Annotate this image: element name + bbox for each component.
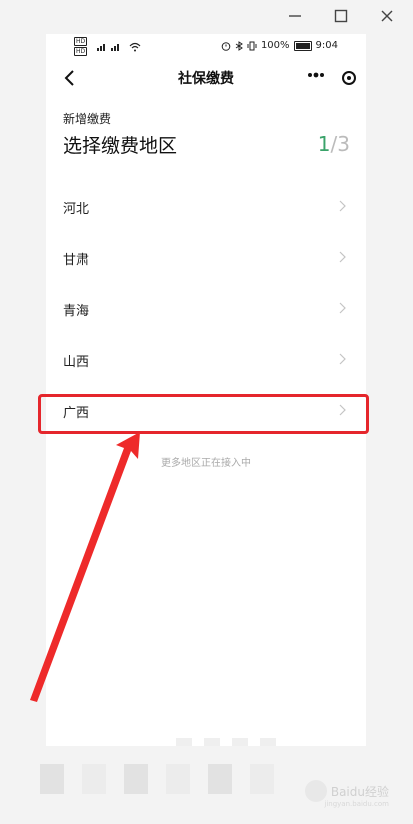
wifi-icon	[129, 42, 141, 51]
status-time: 9:04	[315, 40, 338, 51]
more-menu-button[interactable]	[306, 65, 326, 90]
region-item-guangxi[interactable]: 广西	[46, 386, 366, 437]
status-right: 100% 9:04	[221, 40, 338, 51]
blur-block	[176, 738, 192, 746]
region-label: 甘肃	[63, 253, 90, 268]
region-item-hebei[interactable]: 河北	[46, 182, 366, 233]
region-label: 河北	[63, 202, 90, 217]
chevron-right-icon	[339, 302, 346, 314]
blur-block	[166, 764, 190, 794]
blur-block	[250, 764, 274, 794]
more-dots-icon	[308, 72, 324, 78]
watermark: Baidu经验 jingyan.baidu.com	[304, 780, 389, 808]
watermark-url: jingyan.baidu.com	[324, 800, 389, 808]
capsule-actions	[306, 65, 356, 90]
region-list: 河北 甘肃 青海 山西 广西	[46, 182, 366, 437]
phone-screen: HD HD 100% 9:04 社保缴费 新增缴费 选择缴费地区 1/3 河北 …	[46, 34, 366, 746]
signal-icon	[97, 43, 120, 51]
app-window: HD HD 100% 9:04 社保缴费 新增缴费 选择缴费地区 1/3 河北 …	[0, 0, 413, 824]
blur-block	[40, 764, 64, 794]
blurred-home-indicator	[176, 738, 326, 746]
step-current: 1	[317, 132, 331, 156]
hd-badge-1: HD	[74, 37, 88, 46]
region-item-shanxi[interactable]: 山西	[46, 335, 366, 386]
maximize-icon	[334, 9, 348, 23]
window-controls	[285, 6, 397, 26]
paw-logo-icon	[304, 780, 327, 802]
section-subtitle: 新增缴费	[63, 112, 112, 126]
hd-badges: HD HD	[74, 37, 88, 56]
chevron-right-icon	[339, 251, 346, 263]
blur-block	[232, 738, 248, 746]
more-regions-note: 更多地区正在接入中	[161, 458, 251, 469]
close-miniprogram-button[interactable]	[342, 70, 356, 85]
close-button[interactable]	[377, 6, 397, 26]
vibrate-icon	[247, 41, 257, 50]
status-left: HD HD	[74, 37, 141, 56]
minimize-button[interactable]	[285, 6, 305, 26]
blur-block	[204, 738, 220, 746]
region-item-qinghai[interactable]: 青海	[46, 284, 366, 335]
battery-icon	[293, 40, 312, 51]
maximize-button[interactable]	[331, 6, 351, 26]
chevron-right-icon	[339, 353, 346, 365]
region-item-gansu[interactable]: 甘肃	[46, 233, 366, 284]
nav-bar: 社保缴费	[46, 60, 366, 96]
blur-block	[208, 764, 232, 794]
battery-percent: 100%	[260, 40, 290, 51]
region-label: 广西	[63, 406, 90, 421]
region-label: 青海	[63, 304, 90, 319]
header-section: 新增缴费 选择缴费地区 1/3	[46, 96, 366, 168]
region-label: 山西	[63, 355, 90, 370]
chevron-right-icon	[339, 404, 346, 416]
watermark-text: Baidu经验	[330, 784, 389, 799]
chevron-right-icon	[339, 200, 346, 212]
blur-block	[124, 764, 148, 794]
minimize-icon	[289, 15, 301, 17]
hd-badge-2: HD	[74, 47, 88, 56]
section-title: 选择缴费地区	[63, 135, 178, 157]
alarm-icon	[221, 41, 231, 51]
close-icon	[381, 10, 393, 22]
blur-block	[260, 738, 276, 746]
status-bar: HD HD 100% 9:04	[46, 34, 366, 60]
step-total: 3	[337, 132, 350, 156]
step-indicator: 1/3	[318, 132, 350, 156]
blur-block	[82, 764, 106, 794]
bluetooth-icon	[235, 40, 243, 51]
